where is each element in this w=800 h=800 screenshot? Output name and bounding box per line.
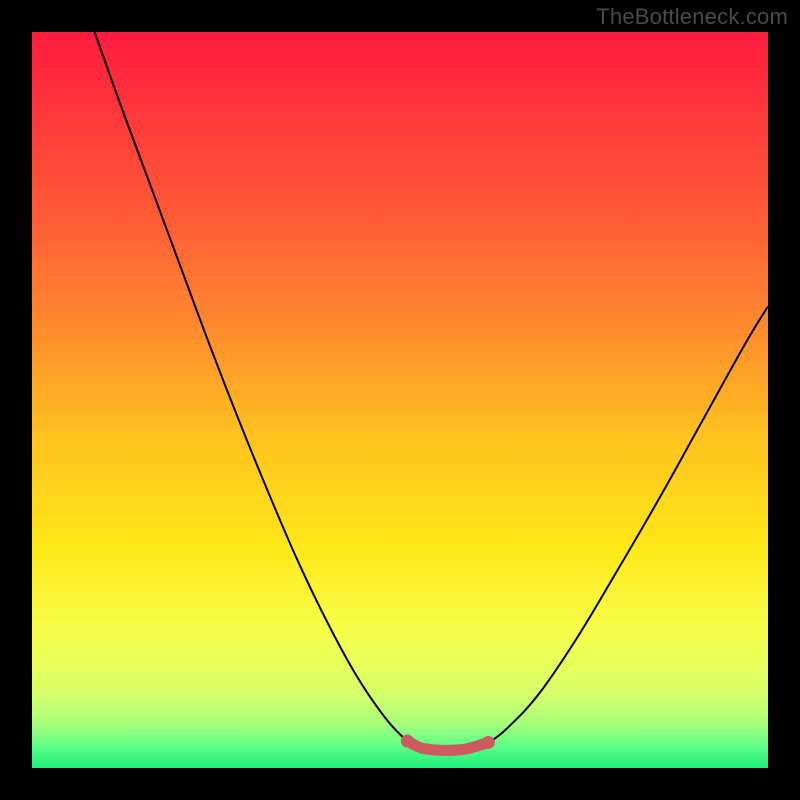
gradient-background [32, 32, 768, 768]
bottleneck-chart [0, 0, 800, 800]
chart-frame: TheBottleneck.com [0, 0, 800, 800]
watermark-text: TheBottleneck.com [596, 4, 788, 30]
optimal-range-start-dot [401, 735, 414, 748]
optimal-range-end-dot [482, 736, 495, 749]
